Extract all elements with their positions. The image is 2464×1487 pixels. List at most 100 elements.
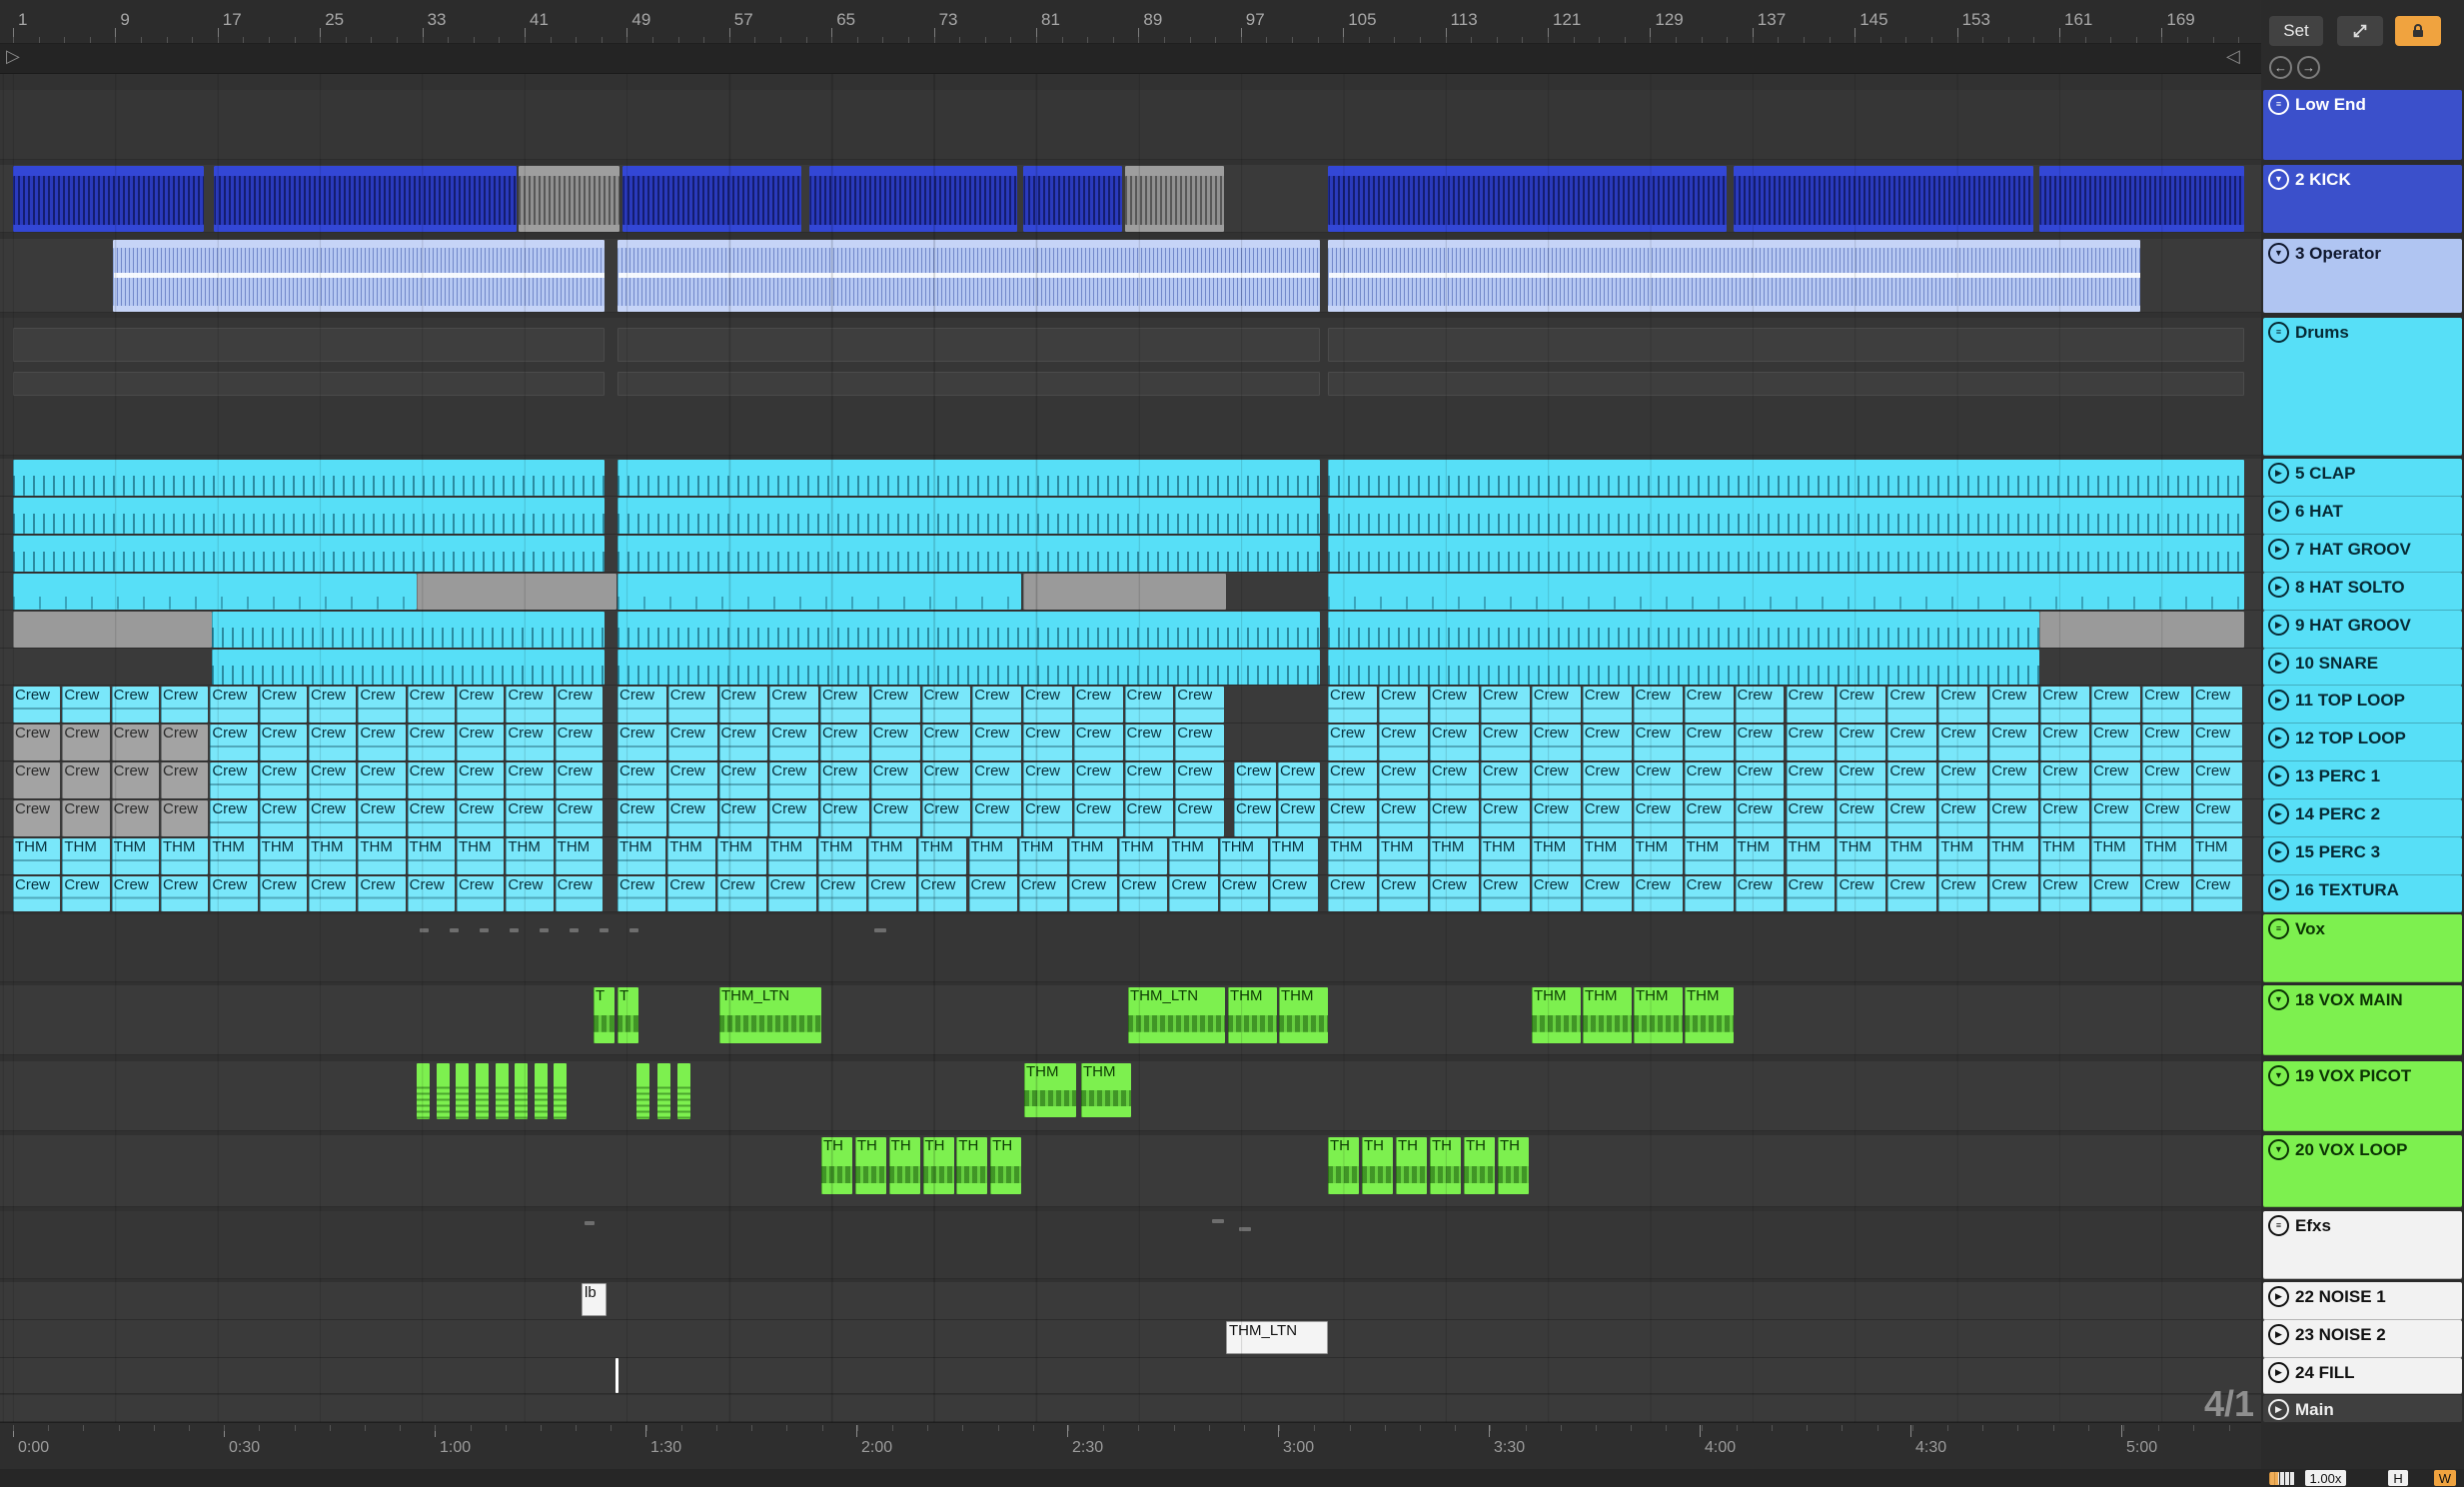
audio-clip[interactable]: Crew [2040,725,2090,760]
audio-clip[interactable] [436,1063,450,1119]
audio-clip[interactable]: Crew [407,876,455,911]
audio-clip[interactable]: Crew [2142,725,2192,760]
audio-clip[interactable]: Crew [1887,687,1937,723]
audio-clip[interactable]: Crew [2193,687,2242,723]
track-lane-drums-group[interactable] [0,318,2261,456]
audio-clip[interactable]: Crew [972,800,1021,836]
audio-clip[interactable]: Crew [1378,725,1428,760]
audio-clip[interactable] [13,460,605,496]
audio-clip[interactable] [1328,650,2039,685]
audio-clip[interactable]: Crew [1328,876,1377,911]
audio-clip[interactable]: Crew [1989,762,2039,798]
audio-clip[interactable]: THM [1837,838,1886,874]
audio-clip[interactable]: Crew [1989,876,2039,911]
audio-clip[interactable]: TH [1430,1137,1461,1194]
audio-clip[interactable]: Crew [1023,800,1072,836]
audio-clip[interactable]: Crew [62,876,110,911]
audio-clip[interactable] [13,574,417,610]
audio-clip[interactable]: Crew [1073,687,1123,723]
audio-clip[interactable] [617,612,1320,648]
audio-clip[interactable] [2039,166,2244,232]
audio-clip[interactable]: T [594,987,615,1043]
track-header-main[interactable]: ▶ Main [2263,1395,2462,1422]
audio-clip[interactable]: Crew [2091,800,2141,836]
audio-clip[interactable]: Crew [1531,687,1581,723]
audio-clip[interactable]: Crew [1429,800,1479,836]
audio-clip[interactable] [1328,612,2039,648]
audio-clip[interactable]: THM [309,838,357,874]
audio-clip[interactable] [475,1063,489,1119]
play-track-icon[interactable]: ▶ [2268,841,2289,862]
track-header-hat[interactable]: ▶ 6 HAT [2263,497,2462,535]
audio-clip[interactable]: Crew [358,762,406,798]
audio-clip[interactable]: Crew [210,725,258,760]
audio-clip[interactable]: Crew [13,762,61,798]
audio-clip[interactable]: Crew [1735,762,1785,798]
audio-clip[interactable]: THM [1685,987,1734,1043]
audio-clip[interactable] [1023,166,1122,232]
audio-clip[interactable]: THM [1634,987,1683,1043]
audio-clip[interactable]: Crew [667,762,717,798]
audio-clip[interactable] [1023,574,1226,610]
track-lane-kick[interactable] [0,165,2261,233]
audio-clip[interactable]: Crew [1582,725,1632,760]
audio-clip[interactable] [1328,240,2140,312]
audio-clip[interactable]: Crew [1989,800,2039,836]
audio-clip[interactable] [656,1063,670,1119]
audio-clip[interactable]: Crew [1328,687,1377,723]
unfold-track-icon[interactable]: ▼ [2268,989,2289,1010]
audio-clip[interactable]: THM [1024,1063,1076,1117]
audio-clip[interactable]: Crew [407,800,455,836]
audio-clip[interactable]: Crew [1328,725,1377,760]
audio-clip[interactable] [1734,166,2033,232]
audio-clip[interactable]: Crew [506,800,554,836]
audio-clip[interactable] [809,166,1017,232]
audio-clip[interactable]: THM [1633,838,1683,874]
audio-clip[interactable]: Crew [2193,725,2242,760]
audio-clip[interactable]: Crew [1938,762,1988,798]
audio-clip[interactable]: Crew [1429,687,1479,723]
audio-clip[interactable]: THM [1583,987,1632,1043]
audio-clip[interactable]: Crew [161,687,209,723]
audio-clip[interactable]: THM [13,838,61,874]
audio-clip[interactable]: Crew [1582,876,1632,911]
audio-clip[interactable]: Crew [457,800,505,836]
audio-clip[interactable]: THM [210,838,258,874]
audio-clip[interactable]: Crew [2040,762,2090,798]
audio-clip[interactable]: Crew [210,762,258,798]
audio-clip[interactable]: Crew [1837,800,1886,836]
audio-clip[interactable]: Crew [161,725,209,760]
audio-clip[interactable] [617,240,1320,312]
audio-clip[interactable]: THM [717,838,766,874]
audio-clip[interactable]: Crew [718,725,768,760]
audio-clip[interactable]: Crew [62,725,110,760]
audio-clip[interactable] [495,1063,509,1119]
audio-clip[interactable]: THM [1684,838,1734,874]
audio-clip[interactable]: Crew [1633,762,1683,798]
keyboard-icon[interactable] [2268,1471,2295,1485]
audio-clip[interactable]: Crew [1684,725,1734,760]
audio-clip[interactable]: Crew [870,687,920,723]
audio-clip[interactable] [617,460,1320,496]
audio-clip[interactable]: Crew [1429,876,1479,911]
audio-clip[interactable]: TH [821,1137,852,1194]
track-lane-clap[interactable] [0,459,2261,497]
audio-clip[interactable]: Crew [769,725,818,760]
audio-clip[interactable] [214,166,517,232]
audio-clip[interactable] [13,612,212,648]
audio-clip[interactable]: Crew [309,762,357,798]
audio-clip[interactable]: Crew [1378,762,1428,798]
play-track-icon[interactable]: ▶ [2268,577,2289,598]
audio-clip[interactable]: Crew [2040,687,2090,723]
audio-clip[interactable]: Crew [358,725,406,760]
audio-clip[interactable]: Crew [210,800,258,836]
audio-clip[interactable]: Crew [1073,762,1123,798]
audio-clip[interactable]: Crew [1887,800,1937,836]
audio-clip[interactable]: Crew [506,687,554,723]
track-header-hat-solto[interactable]: ▶ 8 HAT SOLTO [2263,573,2462,611]
audio-clip[interactable]: Crew [1378,876,1428,911]
audio-clip[interactable]: Crew [1175,762,1224,798]
audio-clip[interactable]: Crew [718,762,768,798]
audio-clip[interactable]: TH [1396,1137,1427,1194]
insert-marker[interactable] [616,1358,618,1393]
